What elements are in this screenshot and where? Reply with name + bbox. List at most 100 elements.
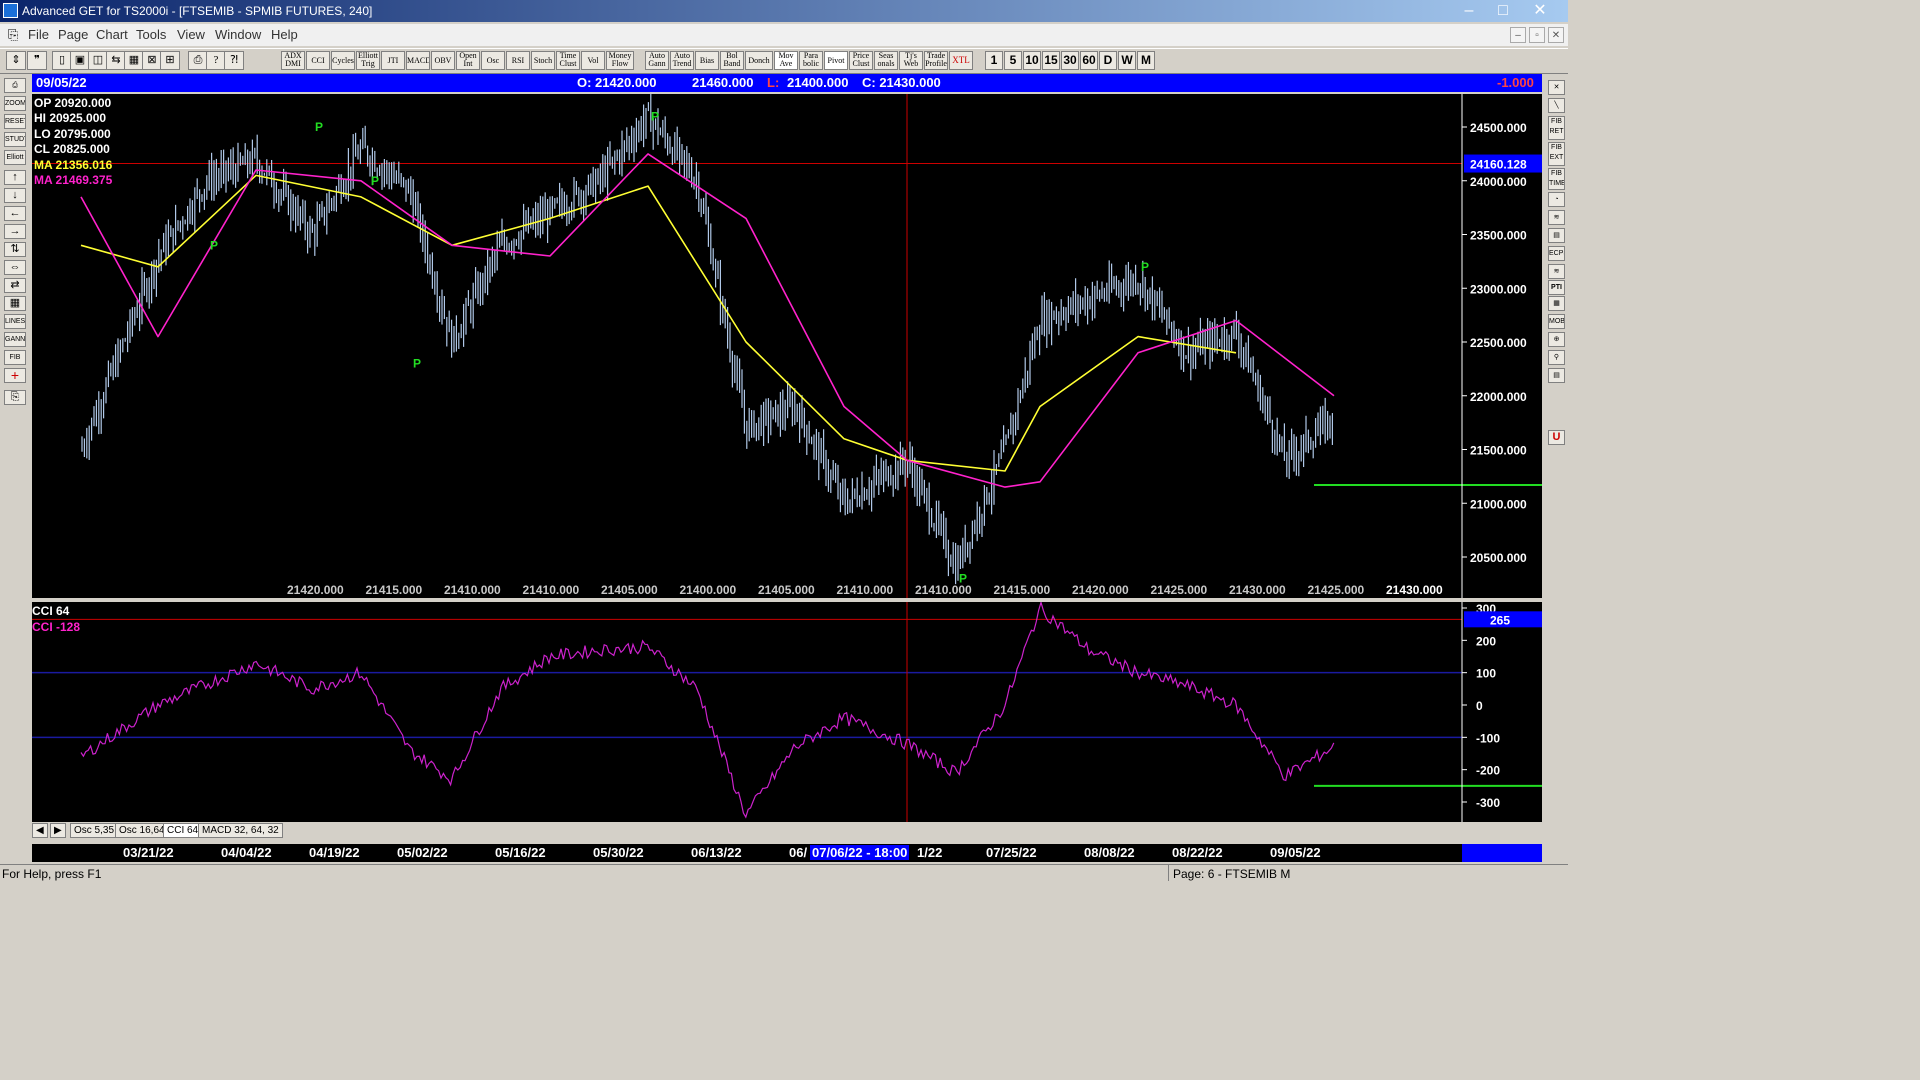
- trendline-icon[interactable]: ╲: [1548, 98, 1565, 113]
- channel-icon[interactable]: ≋: [1548, 210, 1565, 225]
- menu-help[interactable]: Help: [271, 27, 298, 42]
- menu-chart[interactable]: Chart: [96, 27, 128, 42]
- study-bol-band[interactable]: Bol Band: [720, 51, 744, 70]
- date-axis-scroll-area[interactable]: [1462, 844, 1542, 862]
- price-chart[interactable]: PPPPPPP 24500.00024000.00023500.00023000…: [32, 94, 1542, 598]
- timeframe-60[interactable]: 60: [1080, 51, 1098, 70]
- open-button[interactable]: ◫: [88, 51, 108, 70]
- mob-button[interactable]: MOB: [1548, 314, 1565, 329]
- study-auto-trend[interactable]: Auto Trend: [670, 51, 694, 70]
- grid-icon[interactable]: ▦: [4, 296, 26, 311]
- study-macd[interactable]: MACD: [406, 51, 430, 70]
- link-button[interactable]: ⇆: [106, 51, 126, 70]
- study-stoch[interactable]: Stoch: [531, 51, 555, 70]
- menu-window[interactable]: Window: [215, 27, 261, 42]
- compress-vertical-icon[interactable]: ⇅: [4, 242, 26, 257]
- tab-macd[interactable]: MACD 32, 64, 32: [198, 823, 283, 838]
- search-icon[interactable]: ⚲: [1548, 350, 1565, 365]
- study-elliott-trig[interactable]: Elliott Trig: [356, 51, 380, 70]
- arrow-down-icon[interactable]: ↓: [4, 188, 26, 203]
- elliott-button[interactable]: Elliott: [4, 150, 26, 165]
- toolbar-tool-2[interactable]: ❞: [27, 51, 47, 70]
- zoom-button[interactable]: ZOOM: [4, 96, 26, 111]
- menu-file[interactable]: File: [28, 27, 49, 42]
- study-cci[interactable]: CCI: [306, 51, 330, 70]
- menu-tools[interactable]: Tools: [136, 27, 166, 42]
- arrow-left-icon[interactable]: ←: [4, 206, 26, 221]
- save-button[interactable]: ▣: [70, 51, 90, 70]
- fib-retracement-button[interactable]: FIB RET: [1548, 116, 1565, 140]
- fib-time-button[interactable]: FIB TIME: [1548, 168, 1565, 190]
- timeframe-1[interactable]: 1: [985, 51, 1003, 70]
- study-cycles[interactable]: Cycles: [331, 51, 355, 70]
- study-osc[interactable]: Osc: [481, 51, 505, 70]
- print-chart-icon[interactable]: ⎙: [4, 78, 26, 93]
- fib-extension-button[interactable]: FIB EXT: [1548, 142, 1565, 166]
- new-page-button[interactable]: ▯: [52, 51, 72, 70]
- study-trade-profile[interactable]: Trade Profile: [924, 51, 948, 70]
- wave-icon[interactable]: ≋: [1548, 264, 1565, 279]
- study-seasonals[interactable]: Seas onals: [874, 51, 898, 70]
- toolbar-tool-1[interactable]: ⇕: [6, 51, 26, 70]
- title-bar[interactable]: Advanced GET for TS2000i - [FTSEMIB - SP…: [0, 0, 1568, 22]
- zoom-icon[interactable]: ⊕: [1548, 332, 1565, 347]
- pti-button[interactable]: PTI: [1548, 280, 1565, 295]
- u-button[interactable]: U: [1548, 430, 1565, 445]
- study-vol[interactable]: Vol: [581, 51, 605, 70]
- lines-button[interactable]: LINES: [4, 314, 26, 329]
- mdi-restore-button[interactable]: ▫: [1529, 27, 1545, 43]
- arrow-right-icon[interactable]: →: [4, 224, 26, 239]
- study-open-int[interactable]: Open Int: [456, 51, 480, 70]
- template-icon[interactable]: ▤: [1548, 228, 1565, 243]
- crosshair-icon[interactable]: +: [4, 368, 26, 383]
- ecps-button[interactable]: ECPS: [1548, 246, 1565, 261]
- grid-tool-icon[interactable]: ▦: [1548, 296, 1565, 311]
- cci-chart[interactable]: 3002001000-100-200-300265 CCI 64 CCI -12…: [32, 602, 1542, 822]
- study-donch[interactable]: Donch: [745, 51, 773, 70]
- menu-page[interactable]: Page: [58, 27, 88, 42]
- tab-scroll-left[interactable]: ◀: [32, 823, 48, 838]
- close-button[interactable]: ✕: [1520, 0, 1560, 22]
- study-jti[interactable]: JTI: [381, 51, 405, 70]
- context-help-button[interactable]: ⁈: [224, 51, 244, 70]
- cycle-icon[interactable]: ◔: [1548, 192, 1565, 207]
- tab-scroll-right[interactable]: ▶: [50, 823, 66, 838]
- clipboard-icon[interactable]: ⎘: [4, 390, 26, 405]
- study-mov-ave[interactable]: Mov Ave: [774, 51, 798, 70]
- help-button[interactable]: ?: [206, 51, 226, 70]
- study-price-clust[interactable]: Price Clust: [849, 51, 873, 70]
- study-time-clust[interactable]: Time Clust: [556, 51, 580, 70]
- tab-osc-16-64[interactable]: Osc 16,64: [115, 823, 169, 838]
- study-bias[interactable]: Bias: [695, 51, 719, 70]
- study-obv[interactable]: OBV: [431, 51, 455, 70]
- timeframe-10[interactable]: 10: [1023, 51, 1041, 70]
- tab-osc-5-35[interactable]: Osc 5,35: [70, 823, 119, 838]
- cci-panel[interactable]: 300 200 100 0 -100 -200 -300 265 CCI 64 CCI -12…: [32, 602, 1542, 822]
- print-button[interactable]: ⎙: [188, 51, 208, 70]
- tab-cci-64[interactable]: CCI 64: [163, 823, 203, 838]
- timeframe-15[interactable]: 15: [1042, 51, 1060, 70]
- gann-button[interactable]: GANN: [4, 332, 26, 347]
- price-chart-panel[interactable]: PPPPPPP 24500.000 24000.000 23500.000 23000…: [32, 94, 1542, 598]
- study-money-flow[interactable]: Money Flow: [606, 51, 634, 70]
- timeframe-monthly[interactable]: M: [1137, 51, 1155, 70]
- minimize-button[interactable]: –: [1452, 0, 1486, 22]
- expand-icon[interactable]: ⇄: [4, 278, 26, 293]
- study-adx-dmi[interactable]: ADX DMI: [281, 51, 305, 70]
- timeframe-weekly[interactable]: W: [1118, 51, 1136, 70]
- maximize-button[interactable]: □: [1486, 0, 1520, 22]
- mdi-close-button[interactable]: ✕: [1548, 27, 1564, 43]
- study-xtl[interactable]: XTL: [949, 51, 973, 70]
- study-auto-gann[interactable]: Auto Gann: [645, 51, 669, 70]
- study-button[interactable]: STUDY: [4, 132, 26, 147]
- arrow-up-icon[interactable]: ↑: [4, 170, 26, 185]
- cross-button[interactable]: ⊠: [142, 51, 162, 70]
- fib-button[interactable]: FIB: [4, 350, 26, 365]
- layout-button[interactable]: ⊞: [160, 51, 180, 70]
- study-pivot[interactable]: Pivot: [824, 51, 848, 70]
- timeframe-5[interactable]: 5: [1004, 51, 1022, 70]
- compress-horizontal-icon[interactable]: ⇔: [4, 260, 26, 275]
- study-rsi[interactable]: RSI: [506, 51, 530, 70]
- menu-view[interactable]: View: [177, 27, 205, 42]
- list-icon[interactable]: ▤: [1548, 368, 1565, 383]
